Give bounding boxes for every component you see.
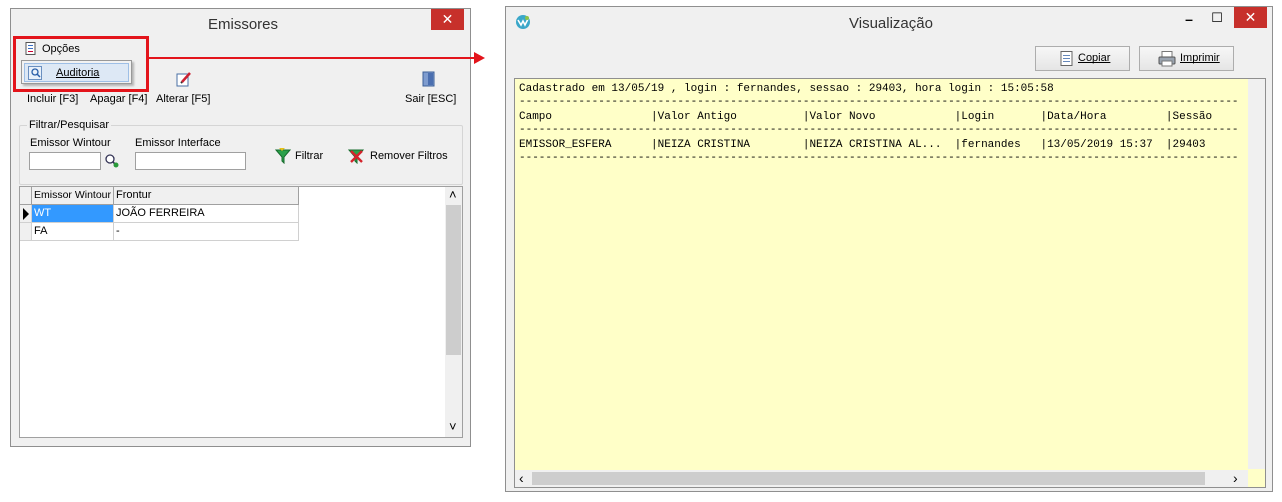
incluir-button[interactable]: Incluir [F3]	[27, 91, 81, 107]
wintour-filter-input[interactable]	[29, 152, 101, 170]
copiar-label: Copiar	[1078, 52, 1111, 64]
report-view[interactable]: Cadastrado em 13/05/19 , login : fernand…	[514, 78, 1266, 488]
apagar-button[interactable]: Apagar [F4]	[90, 91, 150, 107]
table-row-cell[interactable]: -	[114, 223, 299, 241]
emissores-title: Emissores	[208, 16, 279, 33]
search-icon[interactable]	[104, 153, 120, 169]
row-indicator	[20, 223, 32, 241]
row-indicator	[20, 205, 32, 223]
table-row-cell[interactable]: FA	[32, 223, 114, 241]
scroll-thumb[interactable]	[446, 205, 461, 355]
table-row-cell[interactable]: JOÃO FERREIRA	[114, 205, 299, 223]
interface-filter-input[interactable]	[135, 152, 246, 170]
printer-icon	[1158, 51, 1176, 67]
remover-filtros-button[interactable]: Remover Filtros	[348, 147, 448, 167]
report-vertical-scrollbar[interactable]	[1248, 79, 1265, 469]
grid-header-frontur[interactable]: Frontur	[114, 187, 299, 205]
grid-header-cell	[20, 187, 32, 205]
edit-pencil-icon	[176, 72, 191, 87]
imprimir-button[interactable]: Imprimir	[1139, 46, 1234, 71]
filter-group-label: Filtrar/Pesquisar	[27, 119, 112, 131]
table-row-cell[interactable]: WT	[32, 205, 114, 223]
visualizacao-window: Visualização – ☐ ✕ Copiar Imprimir Cadas…	[505, 6, 1273, 492]
sair-button[interactable]: Sair [ESC]	[405, 69, 457, 107]
visualizacao-titlebar[interactable]: Visualização – ☐ ✕	[506, 7, 1272, 37]
remove-filter-icon	[348, 149, 365, 164]
copy-document-icon	[1060, 51, 1073, 66]
report-horizontal-scrollbar[interactable]: ‹ ›	[515, 470, 1248, 487]
remover-filtros-label: Remover Filtros	[370, 150, 448, 162]
report-separator: ----------------------------------------…	[519, 96, 1239, 108]
exit-door-icon	[422, 71, 435, 87]
scroll-right-arrow[interactable]: ›	[1233, 470, 1238, 486]
grid-vertical-scrollbar[interactable]: ˄ ˅	[445, 187, 462, 437]
arrow-head-icon	[474, 52, 485, 64]
arrow-line	[148, 57, 475, 59]
report-header-line: Cadastrado em 13/05/19 , login : fernand…	[519, 83, 1054, 95]
imprimir-label: Imprimir	[1180, 52, 1220, 64]
grid-header-emissor-wintour[interactable]: Emissor Wintour	[32, 187, 114, 205]
filter-funnel-icon	[275, 148, 291, 164]
highlight-box	[13, 36, 149, 92]
maximize-button[interactable]: ☐	[1204, 10, 1230, 26]
visualizacao-close-button[interactable]: ✕	[1234, 7, 1267, 28]
horizontal-scroll-thumb[interactable]	[532, 472, 1205, 485]
scroll-up-arrow[interactable]: ˄	[449, 187, 457, 202]
scroll-down-arrow[interactable]: ˅	[449, 419, 457, 434]
minimize-button[interactable]: –	[1176, 11, 1202, 27]
filtrar-button[interactable]: Filtrar	[273, 147, 333, 167]
visualizacao-toolbar: Copiar Imprimir	[514, 39, 1266, 77]
emissores-titlebar[interactable]: Emissores ✕	[11, 9, 470, 39]
copiar-button[interactable]: Copiar	[1035, 46, 1130, 71]
incluir-label: Incluir [F3]	[27, 93, 79, 105]
interface-filter-label: Emissor Interface	[135, 137, 221, 149]
alterar-button[interactable]: Alterar [F5]	[156, 69, 214, 107]
visualizacao-title: Visualização	[849, 15, 933, 32]
sair-label: Sair [ESC]	[405, 93, 457, 105]
apagar-label: Apagar [F4]	[90, 93, 148, 105]
report-separator: ----------------------------------------…	[519, 124, 1239, 136]
report-data-row: EMISSOR_ESFERA |NEIZA CRISTINA |NEIZA CR…	[519, 139, 1206, 151]
app-logo-icon	[516, 15, 530, 29]
scroll-left-arrow[interactable]: ‹	[519, 470, 524, 486]
emissores-close-button[interactable]: ✕	[431, 9, 464, 30]
filtrar-label: Filtrar	[295, 150, 324, 162]
alterar-label: Alterar [F5]	[156, 93, 211, 105]
report-separator: ----------------------------------------…	[519, 152, 1239, 164]
emissores-grid: Emissor Wintour Frontur WT JOÃO FERREIRA…	[19, 186, 463, 438]
current-row-arrow-icon	[23, 208, 29, 220]
report-column-headers: Campo |Valor Antigo |Valor Novo |Login |…	[519, 111, 1213, 123]
wintour-filter-label: Emissor Wintour	[30, 137, 111, 149]
